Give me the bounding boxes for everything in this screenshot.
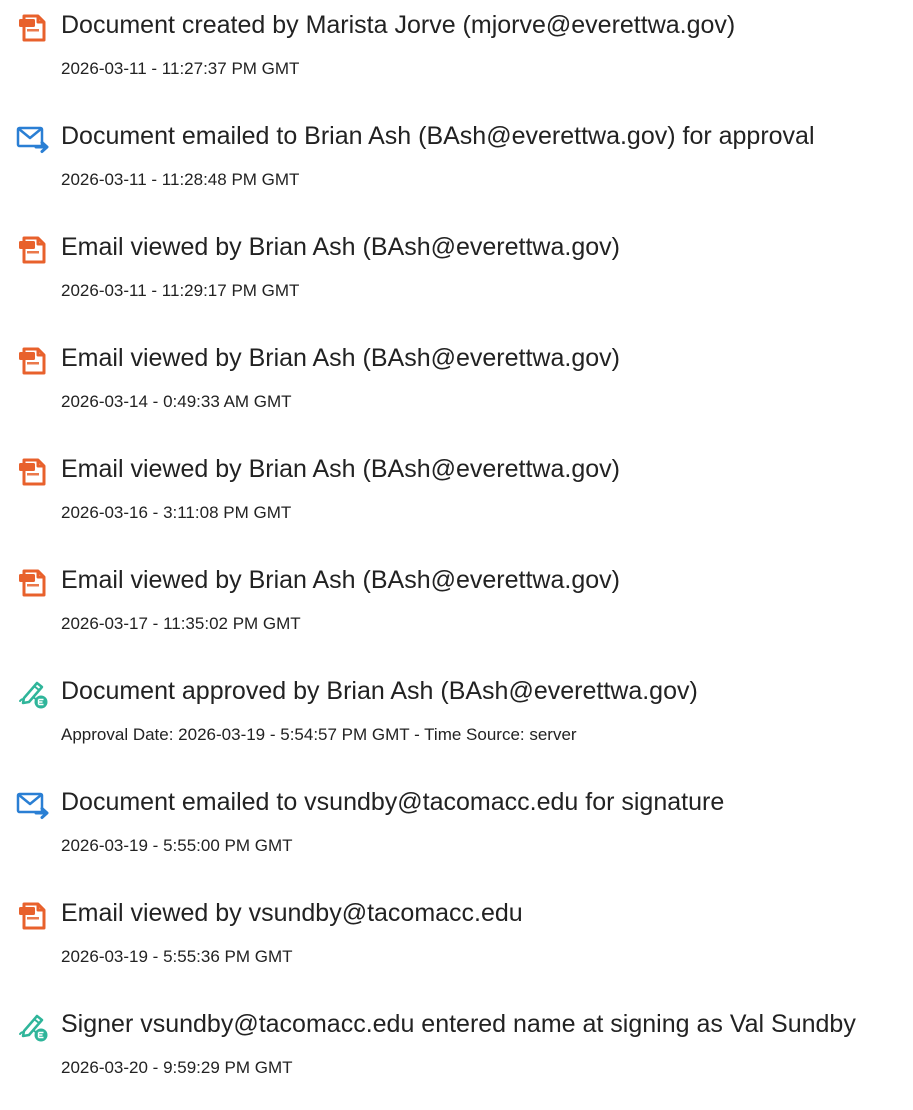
event-timestamp: 2026-03-11 - 11:28:48 PM GMT [61,170,300,189]
event-timestamp: 2026-03-19 - 5:55:00 PM GMT [61,836,293,855]
event-timestamp: 2026-03-11 - 11:27:37 PM GMT [61,59,300,78]
event-title: Document created by Marista Jorve (mjorv… [61,11,736,39]
event-timestamp: 2026-03-19 - 5:55:36 PM GMT [61,947,293,966]
event-timestamp: 2026-03-17 - 11:35:02 PM GMT [61,614,301,633]
audit-event: Document emailed to Brian Ash (BAsh@ever… [0,111,913,222]
event-title: Email viewed by vsundby@tacomacc.edu [61,899,523,927]
event-timestamp: 2026-03-20 - 9:59:29 PM GMT [61,1058,293,1077]
audit-event: Signer vsundby@tacomacc.edu entered name… [0,999,913,1110]
event-title: Document approved by Brian Ash (BAsh@eve… [61,677,698,705]
event-title: Email viewed by Brian Ash (BAsh@everettw… [61,233,620,261]
audit-event: Document emailed to vsundby@tacomacc.edu… [0,777,913,888]
event-title: Document emailed to Brian Ash (BAsh@ever… [61,122,815,150]
event-timestamp: 2026-03-11 - 11:29:17 PM GMT [61,281,300,300]
document-icon [16,565,50,599]
event-timestamp: 2026-03-16 - 3:11:08 PM GMT [61,503,292,522]
event-title: Email viewed by Brian Ash (BAsh@everettw… [61,344,620,372]
event-title: Email viewed by Brian Ash (BAsh@everettw… [61,566,620,594]
audit-event: Document created by Marista Jorve (mjorv… [0,0,913,111]
audit-event: Email viewed by Brian Ash (BAsh@everettw… [0,444,913,555]
audit-event: Email viewed by Brian Ash (BAsh@everettw… [0,555,913,666]
document-icon [16,454,50,488]
email-sent-icon [16,121,50,155]
document-icon [16,343,50,377]
audit-event: Email viewed by Brian Ash (BAsh@everettw… [0,333,913,444]
document-icon [16,898,50,932]
audit-event: Email viewed by vsundby@tacomacc.edu 2026… [0,888,913,999]
event-title: Email viewed by Brian Ash (BAsh@everettw… [61,455,620,483]
approve-pen-icon [16,676,50,710]
event-timestamp: 2026-03-14 - 0:49:33 AM GMT [61,392,292,411]
event-timestamp: Approval Date: 2026-03-19 - 5:54:57 PM G… [61,725,577,744]
audit-log: Document created by Marista Jorve (mjorv… [0,0,913,1110]
document-icon [16,10,50,44]
audit-event: Email viewed by Brian Ash (BAsh@everettw… [0,222,913,333]
event-title: Document emailed to vsundby@tacomacc.edu… [61,788,725,816]
approve-pen-icon [16,1009,50,1043]
document-icon [16,232,50,266]
email-sent-icon [16,787,50,821]
event-title: Signer vsundby@tacomacc.edu entered name… [61,1010,856,1038]
audit-event: Document approved by Brian Ash (BAsh@eve… [0,666,913,777]
